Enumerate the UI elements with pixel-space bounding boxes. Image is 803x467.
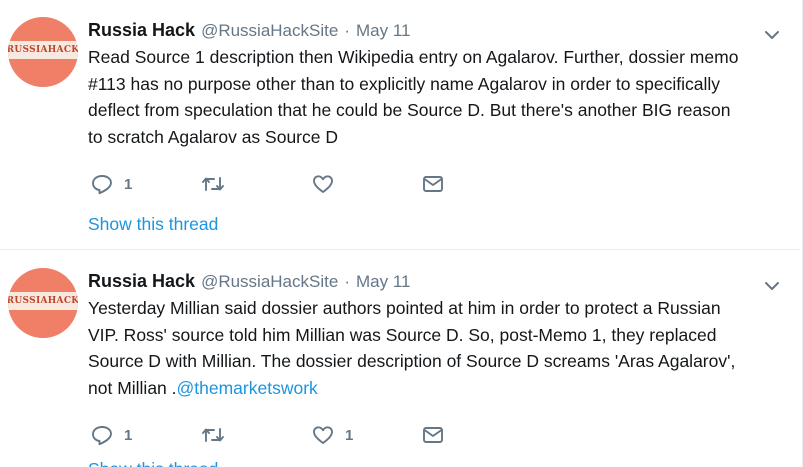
retweet-icon [202,428,224,442]
reply-icon [92,175,112,195]
chevron-down-icon[interactable] [764,280,780,292]
tweet[interactable]: RUSSIAHACK Russia Hack @RussiaHackSite ·… [0,0,800,250]
tweet-date[interactable]: May 11 [356,21,411,41]
tweet-text: Yesterday Millian said dossier authors p… [88,298,736,398]
tweet-header: Russia Hack @RussiaHackSite · May 11 [88,271,410,292]
tweet-text: Read Source 1 description then Wikipedia… [88,47,739,147]
reply-button[interactable]: 1 [90,423,132,447]
avatar[interactable]: RUSSIAHACK [8,17,78,87]
avatar[interactable]: RUSSIAHACK [8,268,78,338]
direct-message-button[interactable] [421,423,445,447]
timeline: RUSSIAHACK Russia Hack @RussiaHackSite ·… [0,0,803,467]
reply-count: 1 [124,175,133,193]
show-thread-link[interactable]: Show this thread [88,214,218,235]
retweet-button[interactable] [201,172,225,196]
separator-dot: · [344,21,350,40]
tweet-date[interactable]: May 11 [356,272,411,292]
like-button[interactable]: 1 [311,423,353,447]
retweet-icon [202,177,224,191]
reply-button[interactable]: 1 [90,172,132,196]
retweet-button[interactable] [201,423,225,447]
author-name[interactable]: Russia Hack [88,20,195,41]
like-count: 1 [345,426,354,444]
tweet-actions: 1 [88,172,588,196]
show-thread-link[interactable]: Show this thread [88,459,218,467]
author-handle[interactable]: @RussiaHackSite [201,21,338,41]
reply-count: 1 [124,426,133,444]
heart-icon [313,175,333,193]
tweet[interactable]: RUSSIAHACK Russia Hack @RussiaHackSite ·… [0,251,800,467]
envelope-icon [423,176,443,192]
chevron-down-icon[interactable] [764,29,780,41]
tweet-header: Russia Hack @RussiaHackSite · May 11 [88,20,410,41]
heart-icon [313,426,333,444]
envelope-icon [423,427,443,443]
direct-message-button[interactable] [421,172,445,196]
tweet-actions: 1 1 [88,423,588,447]
like-button[interactable] [311,172,335,196]
author-name[interactable]: Russia Hack [88,271,195,292]
reply-icon [92,426,112,446]
separator-dot: · [344,272,350,291]
mention-link[interactable]: @themarketswork [177,378,318,398]
author-handle[interactable]: @RussiaHackSite [201,272,338,292]
avatar-logo-text: RUSSIAHACK [8,296,78,306]
avatar-logo-text: RUSSIAHACK [8,45,78,55]
